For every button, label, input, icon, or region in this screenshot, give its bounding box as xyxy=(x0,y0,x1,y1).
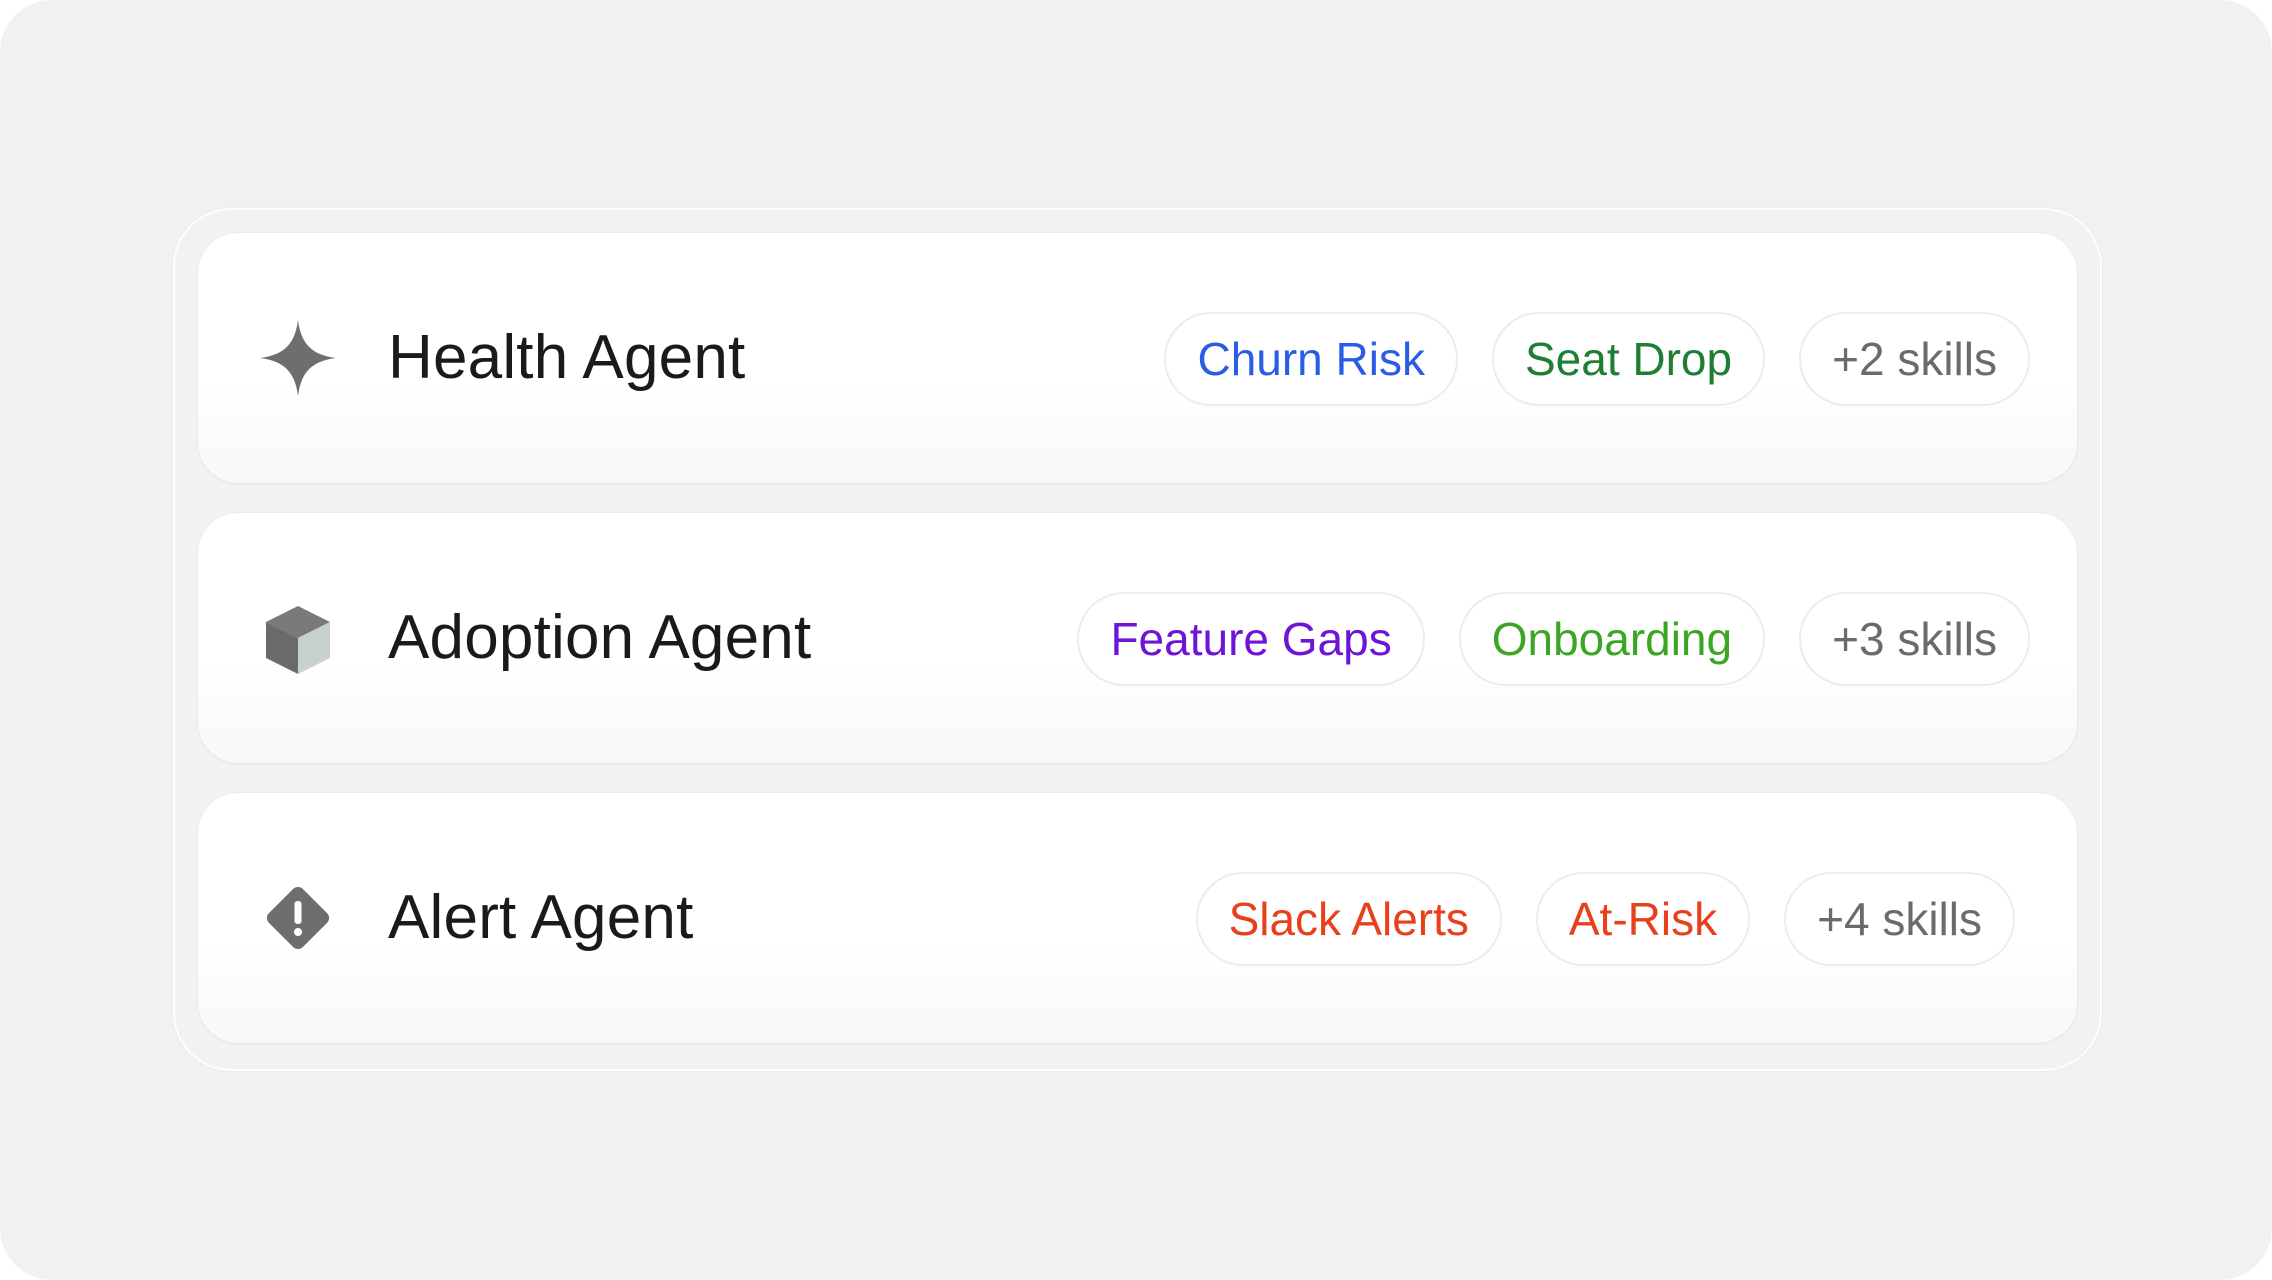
background-frame: Health Agent Churn Risk Seat Drop +2 ski… xyxy=(0,0,2272,1280)
agent-card-adoption[interactable]: Adoption Agent Feature Gaps Onboarding +… xyxy=(198,513,2077,763)
cube-icon xyxy=(258,598,338,678)
more-skills-chip[interactable]: +4 skills xyxy=(1784,872,2015,966)
skill-chips: Slack Alerts At-Risk +4 skills xyxy=(1195,871,2015,967)
agent-title: Adoption Agent xyxy=(388,603,812,672)
more-skills-chip[interactable]: +2 skills xyxy=(1799,312,2030,406)
alert-diamond-icon xyxy=(258,878,338,958)
skill-chip-feature-gaps[interactable]: Feature Gaps xyxy=(1077,592,1425,686)
sparkle-icon xyxy=(258,318,338,398)
agent-card-health[interactable]: Health Agent Churn Risk Seat Drop +2 ski… xyxy=(198,233,2077,483)
more-skills-chip[interactable]: +3 skills xyxy=(1799,592,2030,686)
skill-chip-onboarding[interactable]: Onboarding xyxy=(1458,592,1766,686)
agent-title: Alert Agent xyxy=(388,883,694,952)
skill-chip-at-risk[interactable]: At-Risk xyxy=(1535,872,1751,966)
skill-chips: Churn Risk Seat Drop +2 skills xyxy=(1164,311,2030,407)
agent-title: Health Agent xyxy=(388,323,746,392)
agent-card-alert[interactable]: Alert Agent Slack Alerts At-Risk +4 skil… xyxy=(198,793,2077,1043)
skill-chip-seat-drop[interactable]: Seat Drop xyxy=(1491,312,1766,406)
skill-chips: Feature Gaps Onboarding +3 skills xyxy=(1077,591,2030,687)
skill-chip-churn-risk[interactable]: Churn Risk xyxy=(1164,312,1458,406)
skill-chip-slack-alerts[interactable]: Slack Alerts xyxy=(1195,872,1502,966)
